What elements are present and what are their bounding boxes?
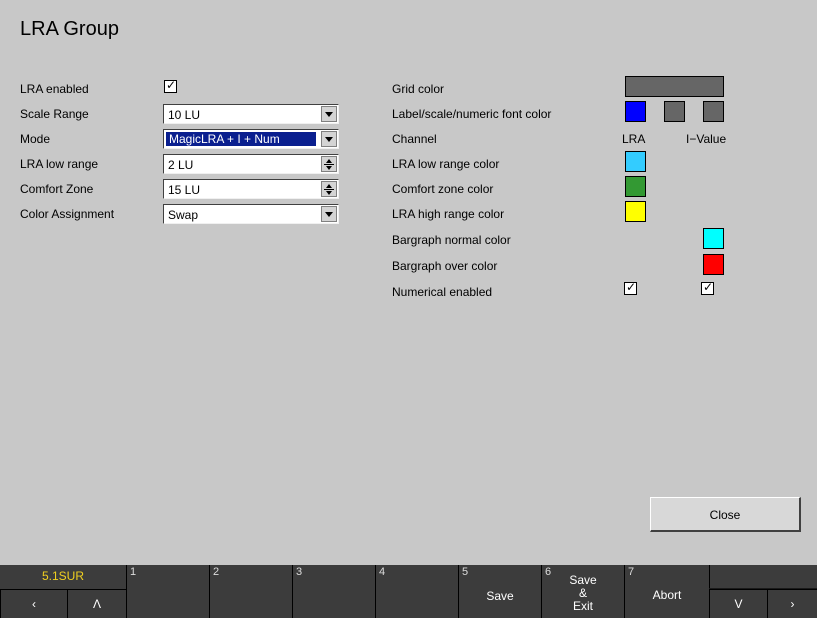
scale-range-label: Scale Range <box>20 107 89 121</box>
chevron-down-icon <box>325 212 333 217</box>
lra-low-range-label: LRA low range <box>20 157 99 171</box>
softkey-4[interactable]: 4 <box>375 565 458 618</box>
softkey-number: 1 <box>130 566 137 578</box>
numerical-lra-checkbox[interactable]: ✓ <box>624 280 637 295</box>
lra-low-range-value: 2 LU <box>168 158 194 172</box>
softkey-2[interactable]: 2 <box>209 565 292 618</box>
mode-dropdown[interactable]: MagicLRA + I + Num <box>163 129 339 149</box>
scale-range-dropdown[interactable]: 10 LU <box>163 104 339 124</box>
channel-label: Channel <box>392 132 437 146</box>
color-assignment-label: Color Assignment <box>20 207 115 221</box>
color-assignment-value: Swap <box>168 208 199 222</box>
channel-ivalue-header: I−Value <box>686 132 727 146</box>
softkey-8-top <box>709 565 817 588</box>
grid-color-swatch[interactable] <box>625 76 724 97</box>
dropdown-button[interactable] <box>321 206 337 222</box>
divider <box>324 164 334 165</box>
chevron-right-icon: › <box>790 597 795 611</box>
spin-up-icon <box>326 184 332 188</box>
lra-low-range-spinner[interactable]: 2 LU <box>163 154 339 174</box>
numerical-enabled-label: Numerical enabled <box>392 285 493 299</box>
softkey-1[interactable]: 1 <box>126 565 209 618</box>
spin-button[interactable] <box>321 156 337 172</box>
softkey-number: 4 <box>379 566 386 578</box>
divider <box>324 189 334 190</box>
abort-label: Abort <box>652 588 682 602</box>
comfort-zone-spinner[interactable]: 15 LU <box>163 179 339 199</box>
spin-up-icon <box>326 159 332 163</box>
comfort-color-swatch[interactable] <box>625 176 646 197</box>
right-arrow-button[interactable]: › <box>767 589 817 618</box>
chevron-down-icon <box>325 112 333 117</box>
lra-low-color-swatch[interactable] <box>625 151 646 172</box>
check-icon: ✓ <box>626 280 637 294</box>
chevron-up-icon: Λ <box>92 597 101 611</box>
font-color-swatch-2[interactable] <box>664 101 685 122</box>
chevron-down-icon <box>325 137 333 142</box>
lra-enabled-label: LRA enabled <box>20 82 89 96</box>
left-arrow-button[interactable]: ‹ <box>0 589 67 618</box>
font-color-swatch-1[interactable] <box>625 101 646 122</box>
comfort-zone-label: Comfort Zone <box>20 182 94 196</box>
save-exit-label-line3: Exit <box>572 599 593 613</box>
grid-color-label: Grid color <box>392 82 445 96</box>
softkey-number: 7 <box>628 566 635 578</box>
lra-high-color-swatch[interactable] <box>625 201 646 222</box>
scale-range-value: 10 LU <box>168 108 201 122</box>
preset-indicator: 5.1SUR <box>0 565 126 589</box>
mode-label: Mode <box>20 132 51 146</box>
spin-down-icon <box>326 191 332 195</box>
close-button[interactable]: Close <box>650 497 801 532</box>
chevron-left-icon: ‹ <box>32 597 36 611</box>
softkey-7-abort[interactable]: 7 Abort <box>624 565 709 618</box>
numerical-ivalue-checkbox[interactable]: ✓ <box>701 280 714 295</box>
lra-low-color-label: LRA low range color <box>392 157 500 171</box>
bar-normal-color-swatch[interactable] <box>703 228 724 249</box>
bar-over-color-swatch[interactable] <box>703 254 724 275</box>
dropdown-button[interactable] <box>321 131 337 147</box>
down-arrow-button[interactable]: V <box>709 589 767 618</box>
softkey-3[interactable]: 3 <box>292 565 375 618</box>
channel-lra-header: LRA <box>622 132 646 146</box>
up-arrow-button[interactable]: Λ <box>67 589 126 618</box>
softkey-6-save-exit[interactable]: 6 Save & Exit <box>541 565 624 618</box>
comfort-zone-value: 15 LU <box>168 183 201 197</box>
bar-normal-color-label: Bargraph normal color <box>392 233 511 247</box>
check-icon: ✓ <box>166 78 177 92</box>
spin-down-icon <box>326 166 332 170</box>
spin-button[interactable] <box>321 181 337 197</box>
softkey-number: 3 <box>296 566 303 578</box>
page-title: LRA Group <box>20 18 119 40</box>
chevron-down-icon: V <box>734 597 743 611</box>
lra-high-color-label: LRA high range color <box>392 207 505 221</box>
font-color-label: Label/scale/numeric font color <box>392 107 552 121</box>
softkey-number: 5 <box>462 566 469 578</box>
save-label: Save <box>486 589 514 603</box>
dropdown-button[interactable] <box>321 106 337 122</box>
mode-value: MagicLRA + I + Num <box>166 132 316 146</box>
softkey-number: 2 <box>213 566 220 578</box>
lra-enabled-checkbox[interactable]: ✓ <box>164 78 177 93</box>
font-color-swatch-3[interactable] <box>703 101 724 122</box>
bar-over-color-label: Bargraph over color <box>392 259 498 273</box>
softkey-5-save[interactable]: 5 Save <box>458 565 541 618</box>
check-icon: ✓ <box>703 280 714 294</box>
comfort-color-label: Comfort zone color <box>392 182 494 196</box>
color-assignment-dropdown[interactable]: Swap <box>163 204 339 224</box>
